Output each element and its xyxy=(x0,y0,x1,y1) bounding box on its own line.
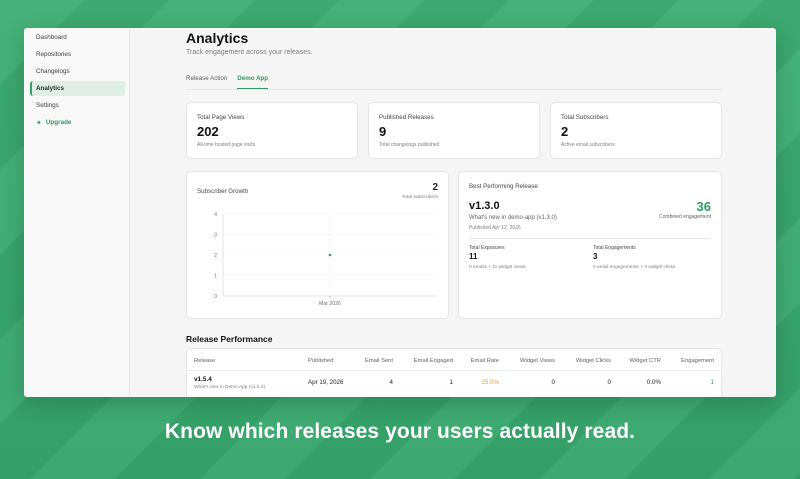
sidebar-item-settings[interactable]: Settings xyxy=(30,98,125,113)
tab-release-action[interactable]: Release Action xyxy=(186,75,227,89)
subscriber-growth-chart: 0 1 2 3 4 Mar 2026 xyxy=(214,212,437,307)
exposures-label: Total Exposures xyxy=(469,245,505,251)
best-release-date: Published Apr 12, 2026 xyxy=(469,225,521,231)
column-header-widget-ctr[interactable]: Widget CTR xyxy=(618,358,661,364)
stat-label: Total Subscribers xyxy=(561,114,609,121)
y-tick-label: 4 xyxy=(214,212,217,218)
column-header-release[interactable]: Release xyxy=(194,358,215,364)
release-widget-clicks: 0 xyxy=(607,379,611,386)
app-window: Dashboard Repositories Changelogs Analyt… xyxy=(24,28,776,397)
y-tick-label: 2 xyxy=(214,253,217,259)
best-release-card: Best Performing Release v1.3.0 What's ne… xyxy=(458,171,722,319)
column-header-widget-views[interactable]: Widget Views xyxy=(507,358,555,364)
stat-label: Total Page Views xyxy=(197,114,245,121)
column-header-email-sent[interactable]: Email Sent xyxy=(356,358,393,364)
stat-value: 2 xyxy=(561,124,569,139)
best-release-version: v1.3.0 xyxy=(469,200,500,212)
sidebar-item-label: Repositories xyxy=(36,51,71,58)
release-performance-title: Release Performance xyxy=(186,334,273,344)
marketing-caption: Know which releases your users actually … xyxy=(164,420,636,443)
sidebar-item-repositories[interactable]: Repositories xyxy=(30,47,125,62)
stat-value: 202 xyxy=(197,124,219,139)
page-subtitle: Track engagement across your releases. xyxy=(186,49,313,56)
combined-engagement-value: 36 xyxy=(696,199,711,214)
tab-divider xyxy=(186,89,722,90)
release-widget-views: 0 xyxy=(551,379,555,386)
sidebar-item-changelogs[interactable]: Changelogs xyxy=(30,64,125,79)
stat-card-published-releases: Published Releases 9 Total changelogs pu… xyxy=(368,102,540,159)
engagements-label: Total Engagements xyxy=(593,245,636,251)
stat-description: Active email subscribers xyxy=(561,142,615,148)
upgrade-label: Upgrade xyxy=(45,119,72,126)
engagements-description: 0 email engagements + 3 widget clicks xyxy=(593,265,676,270)
best-release-title: Best Performing Release xyxy=(469,183,538,190)
divider xyxy=(469,238,711,239)
engagements-value: 3 xyxy=(593,252,598,261)
sidebar-item-label: Analytics xyxy=(36,85,64,92)
release-email-sent: 4 xyxy=(389,379,393,386)
x-tick-label: Mar 2026 xyxy=(319,301,341,307)
main-content: Analytics Track engagement across your r… xyxy=(186,28,722,397)
release-email-engaged: 1 xyxy=(449,379,453,386)
stat-description: All-time hosted page visits xyxy=(197,142,256,148)
sidebar: Dashboard Repositories Changelogs Analyt… xyxy=(24,28,130,397)
y-tick-label: 0 xyxy=(214,294,217,300)
column-header-engagement[interactable]: Engagement xyxy=(668,358,714,364)
exposures-description: 0 emails + 11 widget views xyxy=(469,265,526,270)
y-tick-label: 3 xyxy=(214,232,217,238)
y-tick-label: 1 xyxy=(214,273,217,279)
subscriber-growth-card: Subscriber Growth 2 Total subscribers 01… xyxy=(186,171,449,319)
stat-card-subscribers: Total Subscribers 2 Active email subscri… xyxy=(550,102,722,159)
column-header-published[interactable]: Published xyxy=(308,358,333,364)
release-version[interactable]: v1.5.4 xyxy=(194,376,212,383)
stat-value: 9 xyxy=(379,124,387,139)
tab-demo-app[interactable]: Demo App xyxy=(237,75,268,89)
release-name: What's new in Demo App (v1.5.4) xyxy=(194,385,266,390)
table-row-divider xyxy=(186,370,722,371)
sidebar-item-label: Settings xyxy=(36,102,59,109)
exposures-value: 11 xyxy=(469,252,478,261)
upgrade-button[interactable]: ✦ Upgrade xyxy=(30,115,125,130)
sidebar-item-label: Changelogs xyxy=(36,68,70,75)
sparkle-icon: ✦ xyxy=(36,119,42,127)
stat-label: Published Releases xyxy=(379,114,434,121)
release-published: Apr 19, 2026 xyxy=(308,379,344,386)
stat-card-page-views: Total Page Views 202 All-time hosted pag… xyxy=(186,102,358,159)
data-point xyxy=(328,253,332,257)
release-widget-ctr: 0.0% xyxy=(646,379,661,386)
stat-description: Total changelogs published xyxy=(379,142,440,148)
tab-bar: Release Action Demo App xyxy=(186,75,268,89)
column-header-email-engaged[interactable]: Email Engaged xyxy=(402,358,453,364)
release-email-rate: 25.0% xyxy=(481,379,499,386)
column-header-email-rate[interactable]: Email Rate xyxy=(462,358,499,364)
column-header-widget-clicks[interactable]: Widget Clicks xyxy=(563,358,611,364)
best-release-name: What's new in demo-app (v1.3.0) xyxy=(469,215,557,221)
page-title: Analytics xyxy=(186,30,249,46)
sidebar-item-dashboard[interactable]: Dashboard xyxy=(30,30,125,45)
release-engagement: 1 xyxy=(710,379,714,386)
release-performance-table xyxy=(186,348,722,397)
sidebar-item-label: Dashboard xyxy=(36,34,67,41)
combined-engagement-label: Combined engagement xyxy=(659,214,711,220)
sidebar-item-analytics[interactable]: Analytics xyxy=(30,81,125,96)
